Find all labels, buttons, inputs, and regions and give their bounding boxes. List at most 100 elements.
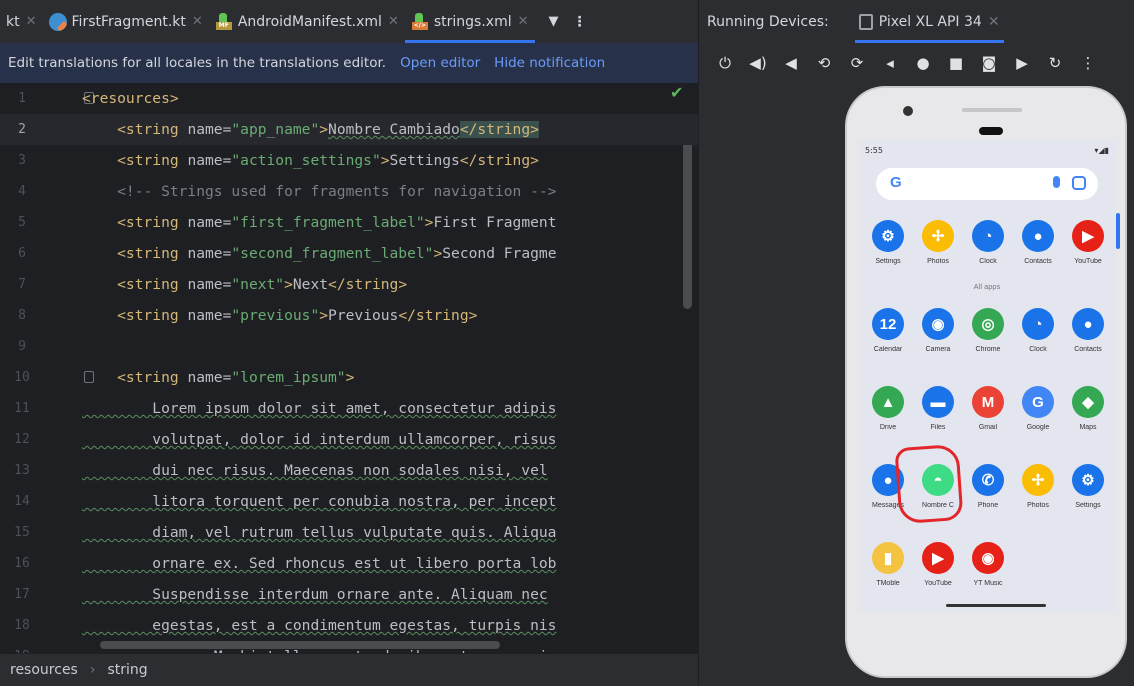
code-line[interactable]: 9 — [0, 331, 698, 362]
tab-first-fragment[interactable]: FirstFragment.kt ✕ — [43, 0, 209, 43]
code-line[interactable]: 7 <string name="next">Next</string> — [0, 269, 698, 300]
line-number: 7 — [18, 277, 26, 292]
code-line[interactable]: 1 <resources> — [0, 83, 698, 114]
code-line[interactable]: 11 Lorem ipsum dolor sit amet, consectet… — [0, 393, 698, 424]
app-icon-photos[interactable]: ✢ Photos — [913, 220, 963, 265]
code-text: <string name="previous">Previous</string… — [82, 300, 477, 331]
app-icon-contacts[interactable]: ● Contacts — [1063, 308, 1113, 353]
close-icon[interactable]: ✕ — [192, 14, 203, 29]
app-icon-tmoble[interactable]: ▮ TMoble — [863, 542, 913, 587]
clock-icon: ◔ — [1022, 308, 1054, 340]
app-label: Clock — [1029, 346, 1047, 353]
app-label: Contacts — [1074, 346, 1102, 353]
home-gesture-bar[interactable] — [946, 604, 1046, 607]
code-token: "next" — [231, 276, 285, 293]
app-icon-files[interactable]: ▬ Files — [913, 386, 963, 431]
app-icon-camera[interactable]: ◉ Camera — [913, 308, 963, 353]
more-options-icon[interactable]: ⋮ — [573, 14, 587, 30]
rotate-right-icon[interactable]: ⟳ — [843, 51, 871, 75]
code-line[interactable]: 10 <string name="lorem_ipsum"> — [0, 362, 698, 393]
back-icon[interactable]: ◂ — [876, 51, 904, 75]
line-number: 9 — [18, 339, 26, 354]
code-line[interactable]: 2 <string name="app_name">Nombre Cambiad… — [0, 114, 698, 145]
volume-up-icon[interactable]: ◀) — [744, 51, 772, 75]
line-number: 11 — [14, 401, 30, 416]
code-token: > — [284, 276, 293, 293]
line-number: 13 — [14, 463, 30, 478]
tab-android-manifest[interactable]: MF AndroidManifest.xml ✕ — [209, 0, 405, 43]
close-icon[interactable]: ✕ — [388, 14, 399, 29]
code-line[interactable]: 17 Suspendisse interdum ornare ante. Ali… — [0, 579, 698, 610]
code-editor[interactable]: ✔ 1 <resources> 2 <string name="app_name">… — [0, 83, 698, 653]
breadcrumb: resources › string — [0, 653, 698, 686]
app-icon-settings[interactable]: ⚙ Settings — [1063, 464, 1113, 509]
app-icon-google[interactable]: G Google — [1013, 386, 1063, 431]
more-options-icon[interactable]: ⋮ — [1074, 51, 1102, 75]
play-icon: ▶ — [922, 542, 954, 574]
app-icon-photos[interactable]: ✢ Photos — [1013, 464, 1063, 509]
code-line[interactable]: 8 <string name="previous">Previous</stri… — [0, 300, 698, 331]
code-line[interactable]: 13 dui nec risus. Maecenas non sodales n… — [0, 455, 698, 486]
breadcrumb-string[interactable]: string — [107, 662, 147, 678]
app-icon-clock[interactable]: ◔ Clock — [1013, 308, 1063, 353]
home-icon[interactable]: ● — [909, 51, 937, 75]
code-line[interactable]: 4 <!-- Strings used for fragments for na… — [0, 176, 698, 207]
close-icon[interactable]: ✕ — [988, 14, 1000, 30]
tab-kt[interactable]: kt ✕ — [0, 0, 43, 43]
open-editor-link[interactable]: Open editor — [400, 55, 480, 71]
chrome-icon: ◎ — [972, 308, 1004, 340]
code-line[interactable]: 12 volutpat, dolor id interdum ullamcorp… — [0, 424, 698, 455]
app-label: Phone — [977, 502, 999, 509]
app-icon-phone[interactable]: ✆ Phone — [963, 464, 1013, 509]
app-icon-yt-music[interactable]: ◉ YT Music — [963, 542, 1013, 587]
lens-icon[interactable] — [1072, 176, 1086, 190]
code-text: volutpat, dolor id interdum ullamcorper,… — [82, 424, 556, 455]
line-number: 12 — [14, 432, 30, 447]
app-icon-youtube[interactable]: ▶ YouTube — [913, 542, 963, 587]
hide-notification-link[interactable]: Hide notification — [494, 55, 605, 71]
screenshot-icon[interactable]: ◙ — [975, 51, 1003, 75]
breadcrumb-resources[interactable]: resources — [10, 662, 78, 678]
app-icon-settings[interactable]: ⚙ Settings — [863, 220, 913, 265]
panel-title: Running Devices: — [707, 13, 829, 30]
app-icon-maps[interactable]: ◆ Maps — [1063, 386, 1113, 431]
code-token: </string> — [459, 121, 539, 138]
code-line[interactable]: 19 neque. Morbi tellus erat, dapibus ut … — [0, 641, 698, 653]
app-icon-chrome[interactable]: ◎ Chrome — [963, 308, 1013, 353]
rotate-left-icon[interactable]: ⟲ — [810, 51, 838, 75]
app-icon-contacts[interactable]: ● Contacts — [1013, 220, 1063, 265]
code-token: Previous — [328, 307, 399, 324]
overview-icon[interactable]: ■ — [942, 51, 970, 75]
app-icon-calendar[interactable]: 12 Calendar — [863, 308, 913, 353]
status-time: 5:55 — [865, 145, 883, 155]
power-icon[interactable]: ⏻ — [711, 51, 739, 75]
code-line[interactable]: 6 <string name="second_fragment_label">S… — [0, 238, 698, 269]
google-search-bar[interactable]: G — [876, 168, 1098, 200]
code-line[interactable]: 16 ornare ex. Sed rhoncus est ut libero … — [0, 548, 698, 579]
phone-screen[interactable]: 5:55 ▾◢▮ G All apps ⚙ Settings ✢ Photos ◔ Clo… — [859, 140, 1115, 612]
code-line[interactable]: 15 diam, vel rutrum tellus vulputate qui… — [0, 517, 698, 548]
close-icon[interactable]: ✕ — [26, 14, 37, 29]
code-token: Suspendisse interdum ornare ante. Aliqua… — [82, 586, 548, 603]
chevron-down-icon[interactable]: ▼ — [549, 14, 559, 29]
code-line[interactable]: 14 litora torquent per conubia nostra, p… — [0, 486, 698, 517]
code-token: "previous" — [231, 307, 320, 324]
tab-device-pixel-xl[interactable]: Pixel XL API 34 ✕ — [854, 0, 1004, 43]
code-token: "lorem_ipsum" — [231, 369, 346, 386]
device-tab-label: Pixel XL API 34 — [878, 13, 982, 30]
tab-strings-xml[interactable]: </> strings.xml ✕ — [404, 0, 535, 43]
volume-down-icon[interactable]: ◀ — [777, 51, 805, 75]
app-icon-youtube[interactable]: ▶ YouTube — [1063, 220, 1113, 265]
code-line[interactable]: 3 <string name="action_settings">Setting… — [0, 145, 698, 176]
app-icon-drive[interactable]: ▲ Drive — [863, 386, 913, 431]
app-icon-gmail[interactable]: M Gmail — [963, 386, 1013, 431]
close-icon[interactable]: ✕ — [518, 14, 529, 29]
code-line[interactable]: 5 <string name="first_fragment_label">Fi… — [0, 207, 698, 238]
app-icon-clock[interactable]: ◔ Clock — [963, 220, 1013, 265]
mic-icon[interactable] — [1053, 176, 1060, 188]
snapshot-icon[interactable]: ↻ — [1041, 51, 1069, 75]
record-icon[interactable]: ▶ — [1008, 51, 1036, 75]
scroll-indicator — [1116, 213, 1120, 249]
code-line[interactable]: 18 egestas, est a condimentum egestas, t… — [0, 610, 698, 641]
code-token: name= — [187, 369, 232, 386]
